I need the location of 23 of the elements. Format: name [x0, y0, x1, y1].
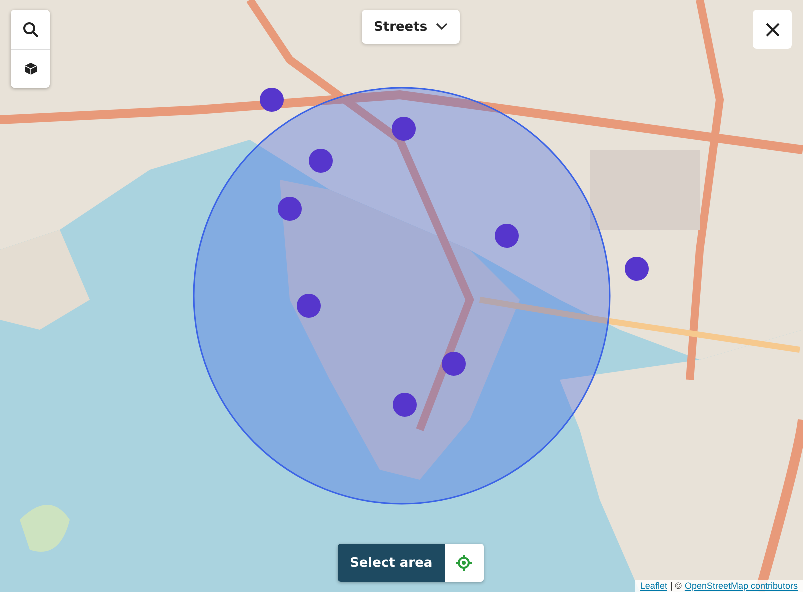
- search-icon: [22, 22, 38, 38]
- target-icon: [456, 555, 472, 571]
- map-marker[interactable]: [260, 88, 284, 112]
- close-button[interactable]: [753, 10, 792, 49]
- map-marker[interactable]: [392, 117, 416, 141]
- select-area-button[interactable]: Select area: [338, 544, 445, 582]
- osm-link[interactable]: OpenStreetMap contributors: [684, 581, 798, 591]
- map-marker[interactable]: [393, 393, 417, 417]
- separator-text: | ©: [670, 581, 682, 591]
- map-marker[interactable]: [297, 294, 321, 318]
- map-marker[interactable]: [495, 224, 519, 248]
- locate-button[interactable]: [444, 544, 484, 582]
- chevron-icon: [436, 23, 448, 31]
- layer-dropdown[interactable]: Streets: [362, 10, 460, 44]
- map-marker[interactable]: [442, 352, 466, 376]
- search-button[interactable]: [11, 10, 50, 49]
- map-marker[interactable]: [278, 197, 302, 221]
- close-icon: [766, 22, 780, 36]
- cube-button[interactable]: [11, 49, 50, 88]
- cube-icon: [24, 62, 38, 76]
- leaflet-link[interactable]: Leaflet: [640, 581, 668, 591]
- map-marker[interactable]: [625, 257, 649, 281]
- map-marker[interactable]: [309, 149, 333, 173]
